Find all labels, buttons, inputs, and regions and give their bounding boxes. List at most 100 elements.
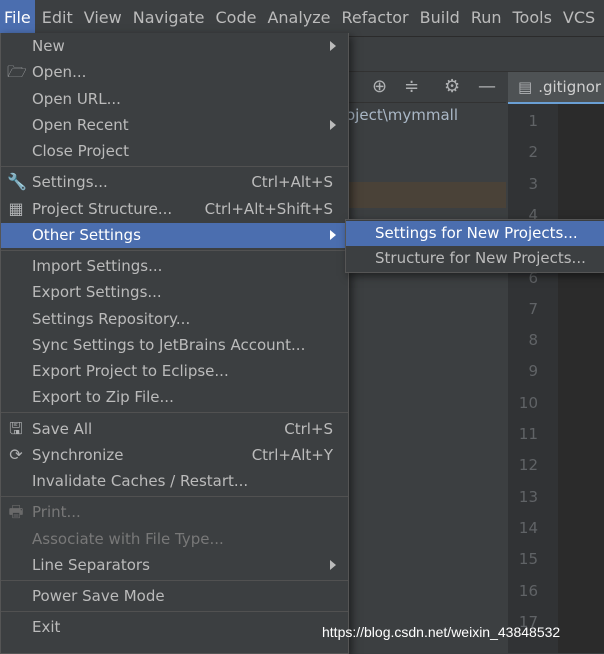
menu-item-label: Other Settings (32, 226, 141, 244)
menu-analyze[interactable]: Analyze (263, 0, 334, 36)
menu-edit[interactable]: Edit (38, 0, 77, 36)
locate-icon[interactable]: ⊕ (372, 76, 387, 97)
line-number: 15 (518, 550, 538, 569)
line-number: 11 (518, 425, 538, 443)
menu-file[interactable]: File (0, 0, 35, 36)
collapse-all-icon[interactable]: ≑ (404, 76, 419, 97)
menu-item-label: Settings... (32, 173, 108, 191)
line-number: 9 (528, 362, 538, 381)
menu-item-print: 🖶 Print... (1, 500, 348, 525)
menu-item-label: Project Structure... (32, 200, 173, 218)
submenu-arrow-icon (330, 560, 336, 570)
menu-item-export-eclipse[interactable]: Export Project to Eclipse... (1, 359, 348, 384)
line-number: 13 (518, 487, 538, 506)
menu-separator (1, 580, 348, 581)
menu-item-open[interactable]: 🗁 Open... (1, 60, 348, 85)
menu-item-other-settings[interactable]: Other Settings (1, 223, 348, 248)
menu-item-label: Settings for New Projects... (375, 224, 578, 242)
file-icon: ▤ (518, 78, 533, 96)
menu-item-export-settings[interactable]: Export Settings... (1, 280, 348, 305)
menu-item-close-project[interactable]: Close Project (1, 139, 348, 164)
menu-separator (1, 611, 348, 612)
line-number: 3 (528, 174, 538, 193)
menu-item-label: Structure for New Projects... (375, 249, 586, 267)
menu-item-label: Export Project to Eclipse... (32, 362, 229, 380)
line-number: 12 (518, 456, 538, 475)
printer-icon: 🖶 (8, 502, 24, 521)
wrench-icon: 🔧 (7, 172, 27, 191)
menu-separator (1, 166, 348, 167)
submenu-item-structure-new-projects[interactable]: Structure for New Projects... (346, 246, 604, 271)
line-number: 2 (528, 143, 538, 162)
line-number: 1 (528, 112, 538, 130)
editor-area[interactable] (558, 104, 604, 653)
menu-separator (1, 496, 348, 497)
submenu-item-settings-new-projects[interactable]: Settings for New Projects... (346, 221, 604, 246)
refresh-icon: ⟳ (9, 445, 23, 464)
save-icon: 🖫 (9, 419, 23, 438)
menu-item-synchronize[interactable]: ⟳ Synchronize Ctrl+Alt+Y (1, 443, 348, 468)
menu-item-invalidate-caches[interactable]: Invalidate Caches / Restart... (1, 469, 348, 494)
line-number: 7 (528, 299, 538, 318)
watermark: https://blog.csdn.net/weixin_43848532 (322, 624, 561, 640)
folder-open-icon: 🗁 (7, 62, 27, 81)
project-path[interactable]: oject\mymmall (346, 106, 458, 124)
menu-navigate[interactable]: Navigate (129, 0, 209, 36)
menu-run[interactable]: Run (467, 0, 506, 36)
menu-item-label: Import Settings... (32, 257, 163, 275)
line-number: 16 (518, 581, 538, 600)
menu-item-shortcut: Ctrl+Alt+S (251, 173, 333, 191)
line-number: 14 (518, 518, 538, 537)
menu-item-label: Sync Settings to JetBrains Account... (32, 336, 306, 354)
menu-item-export-zip[interactable]: Export to Zip File... (1, 385, 348, 410)
menu-item-label: New (32, 37, 65, 55)
menu-build[interactable]: Build (416, 0, 464, 36)
line-number: 10 (518, 393, 538, 412)
menu-vcs[interactable]: VCS (559, 0, 599, 36)
menu-item-settings-repository[interactable]: Settings Repository... (1, 307, 348, 332)
menu-bar: File Edit View Navigate Code Analyze Ref… (0, 0, 604, 37)
menu-item-label: Associate with File Type... (32, 530, 224, 548)
menu-item-save-all[interactable]: 🖫 Save All Ctrl+S (1, 417, 348, 442)
menu-item-settings[interactable]: 🔧 Settings... Ctrl+Alt+S (1, 170, 348, 195)
menu-item-label: Print... (32, 503, 81, 521)
menu-item-shortcut: Ctrl+S (284, 420, 333, 438)
menu-item-new[interactable]: New (1, 34, 348, 59)
gear-icon[interactable]: ⚙ (444, 76, 460, 97)
menu-code[interactable]: Code (212, 0, 261, 36)
menu-item-label: Export Settings... (32, 283, 162, 301)
menu-item-power-save[interactable]: Power Save Mode (1, 584, 348, 609)
menu-item-shortcut: Ctrl+Alt+Shift+S (204, 200, 333, 218)
menu-separator (1, 250, 348, 251)
editor-tab-gitignore[interactable]: ▤ .gitignor (508, 72, 604, 104)
menu-item-label: Exit (32, 618, 61, 636)
menu-item-project-structure[interactable]: ▦ Project Structure... Ctrl+Alt+Shift+S (1, 197, 348, 222)
menu-item-exit[interactable]: Exit (1, 615, 348, 640)
submenu-arrow-icon (330, 41, 336, 51)
menu-tools[interactable]: Tools (509, 0, 556, 36)
line-number: 8 (528, 331, 538, 350)
hide-icon[interactable]: — (478, 76, 496, 97)
project-tree-selected-row[interactable] (346, 182, 506, 208)
menu-item-label: Settings Repository... (32, 310, 191, 328)
menu-item-label: Line Separators (32, 556, 150, 574)
menu-item-open-recent[interactable]: Open Recent (1, 113, 348, 138)
menu-item-label: Invalidate Caches / Restart... (32, 472, 249, 490)
menu-item-import-settings[interactable]: Import Settings... (1, 254, 348, 279)
menu-item-line-separators[interactable]: Line Separators (1, 553, 348, 578)
submenu-arrow-icon (330, 120, 336, 130)
menu-item-associate-file-type: Associate with File Type... (1, 527, 348, 552)
menu-item-label: Power Save Mode (32, 587, 165, 605)
submenu-arrow-icon (330, 230, 336, 240)
project-panel-header: ⊕ ≑ ⚙ — (346, 72, 506, 103)
menu-item-label: Open Recent (32, 116, 129, 134)
file-menu: New 🗁 Open... Open URL... Open Recent Cl… (0, 33, 349, 654)
menu-refactor[interactable]: Refactor (338, 0, 413, 36)
other-settings-submenu: Settings for New Projects... Structure f… (345, 219, 604, 273)
menu-separator (1, 412, 348, 413)
menu-item-label: Open URL... (32, 90, 121, 108)
menu-view[interactable]: View (80, 0, 126, 36)
menu-item-shortcut: Ctrl+Alt+Y (251, 446, 333, 464)
menu-item-sync-settings[interactable]: Sync Settings to JetBrains Account... (1, 333, 348, 358)
menu-item-open-url[interactable]: Open URL... (1, 87, 348, 112)
